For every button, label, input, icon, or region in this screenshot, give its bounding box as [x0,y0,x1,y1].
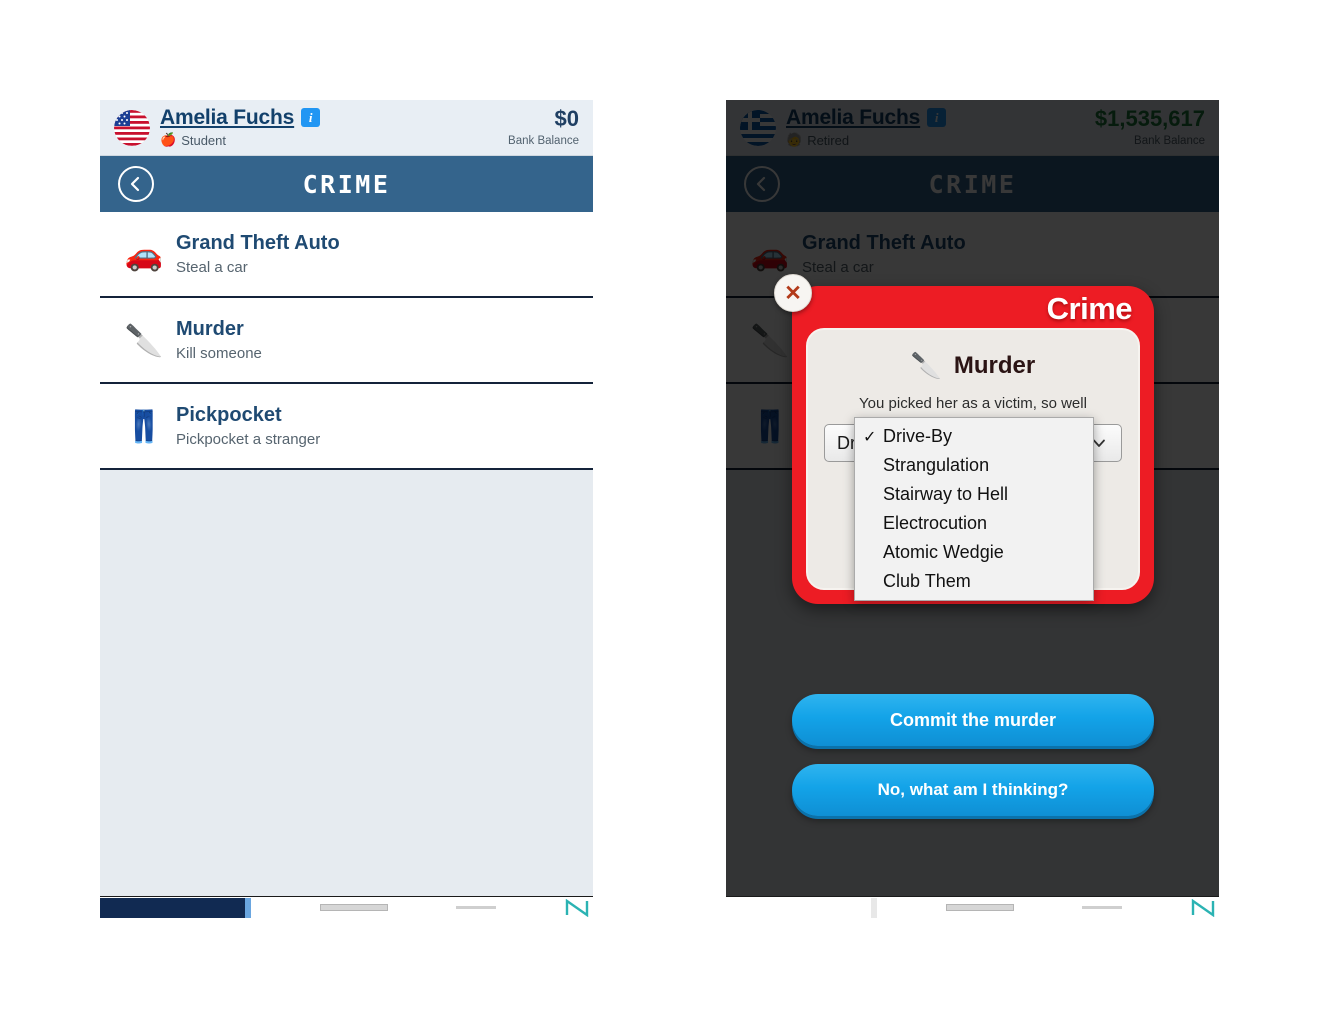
murder-method-dropdown-list[interactable]: ✓ Drive-By Strangulation Stairway to Hel… [854,417,1094,601]
knife-icon: 🔪 [910,351,942,380]
page-title: CRIME [302,169,391,199]
bank-balance-left: $0 Bank Balance [508,106,579,148]
dropdown-option-drive-by[interactable]: ✓ Drive-By [855,422,1093,451]
dropdown-option-label: Strangulation [883,455,990,475]
cancel-murder-button[interactable]: No, what am I thinking? [792,764,1154,816]
knife-icon: 🔪 [124,322,164,358]
ad-network-logo-icon [1191,898,1215,917]
crime-description: Kill someone [176,345,262,362]
empty-content-area-left [100,470,593,898]
modal-title: Crime [1046,291,1133,326]
crime-list-item-murder[interactable]: 🔪 Murder Kill someone [100,298,593,384]
jeans-icon: 👖 [124,408,164,444]
dropdown-option-label: Club Them [883,571,971,591]
player-name-link[interactable]: Amelia Fuchs [160,107,294,128]
check-icon: ✓ [863,428,877,446]
dropdown-option-atomic-wedgie[interactable]: Atomic Wedgie [855,538,1093,567]
bank-balance-amount: $0 [554,106,579,131]
ad-banner-right[interactable] [726,896,1219,918]
ad-placeholder-line [1082,906,1123,909]
dropdown-option-strangulation[interactable]: Strangulation [855,451,1093,480]
crime-name: Grand Theft Auto [176,232,340,254]
crime-list-item-grand-theft-auto[interactable]: 🚗 Grand Theft Auto Steal a car [100,212,593,298]
dropdown-option-label: Drive-By [883,426,953,446]
player-job-row: 🍎 Student [160,132,508,148]
crime-titlebar-left: CRIME [100,156,593,212]
player-job-label: Student [181,132,227,148]
crime-description: Pickpocket a stranger [176,431,321,448]
crime-list-left: 🚗 Grand Theft Auto Steal a car 🔪 Murder … [100,212,593,470]
commit-murder-button[interactable]: Commit the murder [792,694,1154,746]
apple-icon: 🍎 [160,132,177,147]
ad-banner-left[interactable] [100,896,593,918]
crime-description: Steal a car [176,259,248,276]
modal-header: Crime [792,286,1154,332]
bank-balance-label: Bank Balance [508,135,579,147]
dropdown-option-label: Atomic Wedgie [883,542,1004,562]
dropdown-option-label: Electrocution [883,513,988,533]
back-button[interactable] [118,166,154,202]
crime-name: Murder [176,318,244,340]
dropdown-option-club-them[interactable]: Club Them [855,567,1093,596]
left-phone-panel: Amelia Fuchs i 🍎 Student $0 Bank Balance… [100,100,593,918]
ad-block [726,897,871,918]
ad-block-edge [245,897,251,918]
ad-block-edge [871,897,877,918]
player-status-bar-left: Amelia Fuchs i 🍎 Student $0 Bank Balance [100,100,593,156]
player-info-left: Amelia Fuchs i 🍎 Student [160,107,508,148]
ad-placeholder-line [456,906,497,909]
car-icon: 🚗 [124,236,164,272]
chevron-left-icon [128,176,144,192]
modal-crime-heading: 🔪 Murder [824,352,1122,380]
close-icon[interactable]: ✕ [774,274,812,312]
modal-crime-title: Murder [953,352,1036,379]
info-icon[interactable]: i [301,108,321,127]
ad-placeholder-pill [945,904,1014,911]
ad-network-logo-icon [565,898,589,917]
modal-prompt-text: You picked her as a victim, so well [859,395,1087,412]
dropdown-option-label: Stairway to Hell [883,484,1009,504]
modal-action-buttons: Commit the murder No, what am I thinking… [792,680,1154,816]
screenshot-stage: Amelia Fuchs i 🍎 Student $0 Bank Balance… [0,0,1320,1020]
crime-name: Pickpocket [176,404,282,426]
crime-list-item-pickpocket[interactable]: 👖 Pickpocket Pickpocket a stranger [100,384,593,470]
ad-block [100,897,245,918]
dropdown-option-stairway-to-hell[interactable]: Stairway to Hell [855,480,1093,509]
dropdown-option-electrocution[interactable]: Electrocution [855,509,1093,538]
ad-placeholder-pill [319,904,388,911]
us-flag-icon [114,109,150,146]
